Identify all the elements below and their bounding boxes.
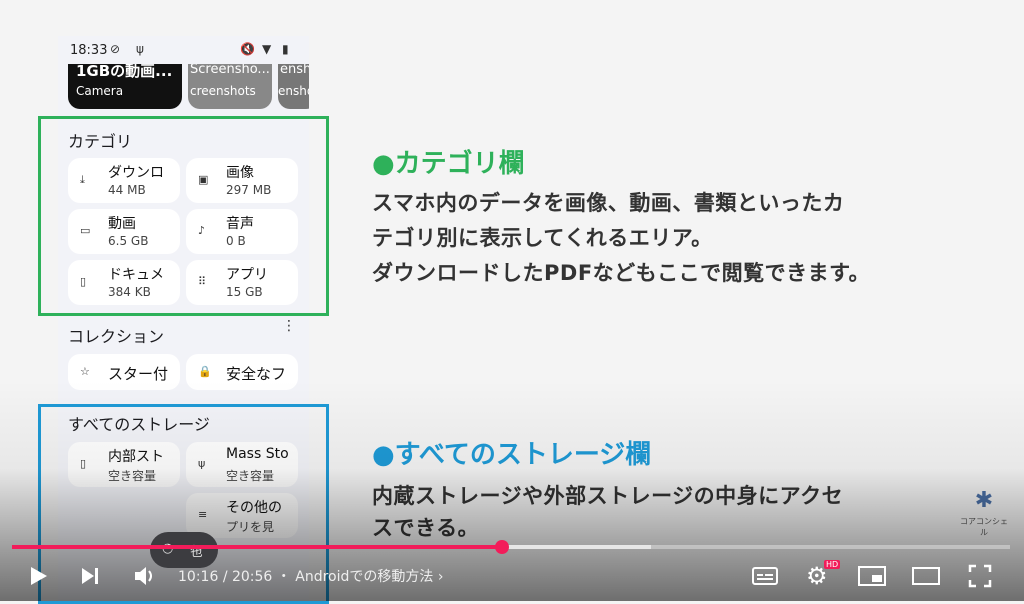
fullscreen-icon[interactable] [968, 564, 992, 588]
time-display: 10:16 / 20:56 ・ Androidでの移動方法 › [178, 566, 443, 586]
storage-desc-line2: スできる。 [372, 516, 480, 540]
more-options-icon[interactable]: ⋮ [282, 318, 296, 334]
status-time: 18:33 [70, 43, 108, 58]
volume-icon[interactable] [133, 565, 157, 587]
collection-safe-folder[interactable]: 🔒 安全なフ [186, 354, 298, 390]
tool-icon: 㐌 [190, 545, 204, 560]
captions-icon[interactable] [752, 566, 778, 586]
current-time: 10:16 [178, 569, 219, 585]
album-title: Screensho... [190, 64, 270, 77]
play-icon[interactable] [28, 566, 48, 586]
sync-icon: ⊘ [110, 42, 121, 56]
category-highlight-box [38, 116, 329, 316]
collection-section-title: コレクション [68, 327, 165, 346]
wifi-icon: ▼ [262, 42, 272, 56]
theater-mode-icon[interactable] [912, 567, 940, 585]
album-label: creenshots [190, 84, 256, 98]
category-desc-line1: スマホ内のデータを画像、動画、書類といったカ [372, 191, 845, 215]
battery-icon: ▮ [282, 42, 289, 56]
collection-label: スター付 [108, 365, 169, 383]
played-bar [12, 545, 503, 549]
chapter-title[interactable]: Androidでの移動方法 [295, 569, 433, 585]
album-label: Camera [76, 84, 124, 98]
hd-badge: HD [824, 560, 841, 569]
category-desc-line2: テゴリ別に表示してくれるエリア。 [372, 226, 713, 250]
album-third[interactable]: ensh enshot [278, 64, 309, 109]
collection-label: 安全なフ [226, 365, 287, 383]
next-icon[interactable] [80, 566, 102, 586]
album-label: enshot [278, 84, 309, 98]
time-separator: / [222, 569, 232, 585]
miniplayer-icon[interactable] [858, 566, 886, 586]
floating-action-pill[interactable]: ◔ 㐌 [150, 532, 218, 568]
buffered-bar [502, 545, 651, 549]
category-desc-line3: ダウンロードしたPDFなどもここで閲覧できます。 [372, 261, 871, 285]
lock-icon: 🔒 [198, 365, 212, 378]
duration: 20:56 [231, 569, 273, 585]
logo-mark-icon: ✱ [974, 488, 994, 513]
album-title: 1GBの動画... [76, 64, 173, 80]
video-frame[interactable]: 18:33 ⊘ ψ 🔇 ▼ ▮ 1GBの動画... Camera Screens… [0, 0, 1024, 604]
category-heading: ●カテゴリ欄 [372, 149, 525, 179]
mute-icon: 🔇 [240, 42, 255, 56]
album-camera[interactable]: 1GBの動画... Camera [68, 64, 182, 109]
chevron-right-icon[interactable]: › [438, 569, 444, 585]
settings-button[interactable]: ⚙ HD [806, 560, 841, 590]
channel-logo: ✱ コアコンシェル [958, 486, 1010, 538]
album-screenshots[interactable]: Screensho... creenshots [188, 64, 272, 109]
status-bar: 18:33 ⊘ ψ 🔇 ▼ ▮ [58, 36, 309, 64]
scrubber-handle[interactable] [495, 540, 510, 554]
collection-starred[interactable]: ☆ スター付 [68, 354, 180, 390]
star-icon: ☆ [80, 365, 90, 378]
chapter-separator: ・ [276, 569, 296, 585]
progress-bar[interactable] [12, 540, 1010, 554]
album-title: ensh [280, 64, 309, 77]
logo-text: コアコンシェル [960, 517, 1008, 537]
usb-status-icon: ψ [136, 42, 144, 56]
storage-heading: ●すべてのストレージ欄 [372, 440, 652, 470]
storage-desc-line1: 内蔵ストレージや外部ストレージの中身にアクセ [372, 484, 844, 508]
